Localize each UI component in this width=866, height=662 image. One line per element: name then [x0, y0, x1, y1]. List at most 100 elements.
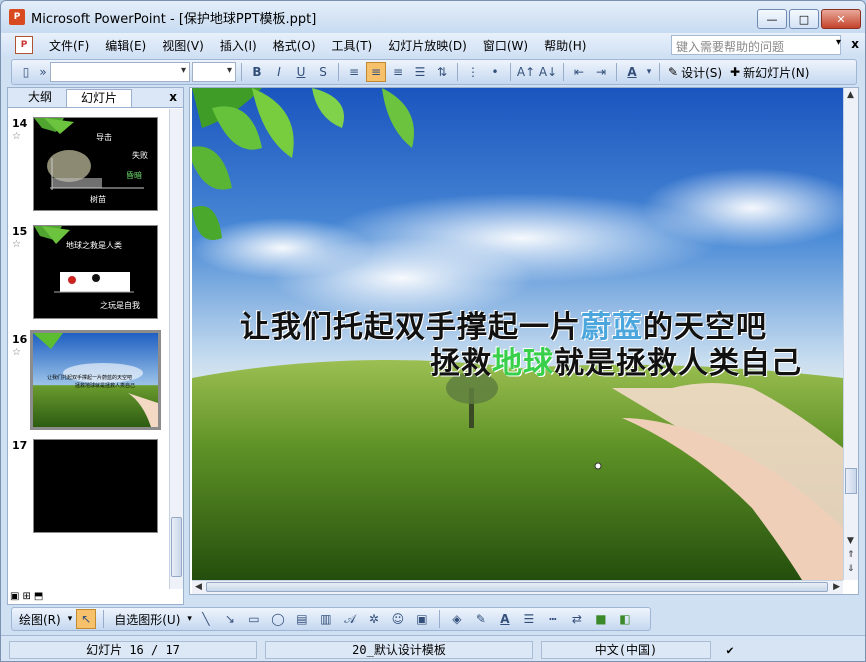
menu-tools[interactable]: 工具(T) [324, 37, 381, 54]
font-size-select[interactable] [192, 62, 236, 82]
design-button[interactable]: ✎ 设计(S) [665, 64, 725, 81]
bold-icon[interactable]: B [247, 62, 267, 82]
thumbnail-scrollbar[interactable] [169, 109, 183, 589]
close-button[interactable]: ✕ [821, 9, 861, 29]
help-dropdown-icon[interactable]: ▾ [836, 37, 841, 48]
dash-style-icon[interactable]: ┅ [543, 609, 563, 629]
align-right-icon[interactable]: ≡ [388, 62, 408, 82]
numbering-icon[interactable]: ⋮ [463, 62, 483, 82]
select-pointer-icon[interactable]: ↖ [76, 609, 97, 629]
line-color-icon[interactable]: ✎ [471, 609, 491, 629]
thumbnail-row[interactable]: 17 [8, 439, 170, 539]
help-search-input[interactable]: 键入需要帮助的问题 [671, 35, 841, 55]
animation-star-icon: ☆ [12, 131, 21, 142]
line-style-icon[interactable]: ☰ [519, 609, 539, 629]
arrow-icon[interactable]: ↘ [220, 609, 240, 629]
oval-icon[interactable]: ◯ [268, 609, 288, 629]
text-direction-icon[interactable]: ⇅ [432, 62, 452, 82]
font-color-icon[interactable]: A [495, 609, 515, 629]
wordart-icon[interactable]: 𝒜 [340, 609, 360, 629]
scroll-right-icon[interactable]: ▶ [833, 582, 840, 592]
scroll-up-icon[interactable]: ▲ [847, 90, 854, 100]
document-close-icon[interactable]: x [851, 37, 859, 51]
selection-handle[interactable] [594, 462, 602, 470]
thumbnail-row[interactable]: 14 ☆ 导击 失败 昏暗 树苗 [8, 117, 170, 217]
fill-color-icon[interactable]: ◈ [447, 609, 467, 629]
tab-slides[interactable]: 幻灯片 [66, 89, 133, 107]
menu-edit[interactable]: 编辑(E) [97, 37, 154, 54]
diagram-icon[interactable]: ✲ [364, 609, 384, 629]
autoshapes-menu-button[interactable]: 自选图形(U) [111, 611, 183, 628]
decrease-indent-icon[interactable]: ⇤ [569, 62, 589, 82]
toolbar-options-icon[interactable]: » [38, 62, 48, 82]
underline-icon[interactable]: U [291, 62, 311, 82]
current-slide[interactable]: 让我们托起双手撑起一片蔚蓝的天空吧 拯救地球就是拯救人类自己 [192, 88, 843, 580]
slide-vertical-scrollbar[interactable]: ▲ ▼ ⇑ ⇓ [843, 88, 858, 580]
powerpoint-app-icon[interactable]: P [9, 9, 25, 25]
thumb-text: 拯救地球就是拯救人类自己 [75, 382, 135, 389]
arrow-style-icon[interactable]: ⇄ [567, 609, 587, 629]
menu-window[interactable]: 窗口(W) [475, 37, 536, 54]
menu-file[interactable]: 文件(F) [41, 37, 97, 54]
autoshapes-dropdown-icon[interactable]: ▾ [187, 614, 192, 624]
thumbnail-row[interactable]: 15 ☆ 地球之救是人类 之玩是自我 [8, 225, 170, 325]
menu-format[interactable]: 格式(O) [265, 37, 324, 54]
line-icon[interactable]: ╲ [196, 609, 216, 629]
slide-thumbnail[interactable] [33, 439, 158, 533]
document-icon[interactable]: P [15, 36, 33, 54]
scroll-left-icon[interactable]: ◀ [195, 582, 202, 592]
maximize-button[interactable]: □ [789, 9, 819, 29]
slide-14-art: 导击 失败 昏暗 树苗 [34, 118, 157, 210]
shadow-icon[interactable]: S [313, 62, 333, 82]
draw-dropdown-icon[interactable]: ▾ [68, 614, 73, 624]
scroll-down-icon[interactable]: ▼ [847, 536, 854, 546]
font-name-select[interactable] [50, 62, 190, 82]
vertical-textbox-icon[interactable]: ▥ [316, 609, 336, 629]
menu-slideshow[interactable]: 幻灯片放映(D) [380, 37, 475, 54]
italic-icon[interactable]: I [269, 62, 289, 82]
menu-help[interactable]: 帮助(H) [536, 37, 594, 54]
minimize-button[interactable]: — [757, 9, 787, 29]
slide-sorter-view-icon[interactable]: ⊞ [22, 591, 30, 602]
rectangle-icon[interactable]: ▭ [244, 609, 264, 629]
draw-menu-button[interactable]: 绘图(R) [16, 611, 64, 628]
menu-view[interactable]: 视图(V) [154, 37, 212, 54]
shadow-style-icon[interactable]: ■ [591, 609, 611, 629]
new-document-icon[interactable]: ▯ [16, 62, 36, 82]
increase-indent-icon[interactable]: ⇥ [591, 62, 611, 82]
align-center-icon[interactable]: ≡ [366, 62, 386, 82]
bullets-icon[interactable]: • [485, 62, 505, 82]
thumbnail-row[interactable]: 16 ☆ 让我们托起双手撑起一片蔚蓝的天空吧 拯救地球就是拯救人类自己 [8, 330, 170, 433]
3d-style-icon[interactable]: ◧ [615, 609, 635, 629]
slide-position-status: 幻灯片 16 / 17 [9, 640, 257, 659]
pane-close-icon[interactable]: x [169, 90, 177, 104]
justify-icon[interactable]: ☰ [410, 62, 430, 82]
picture-icon[interactable]: ▣ [412, 609, 432, 629]
thumb-text: 导击 [96, 132, 112, 142]
clipart-icon[interactable]: ☺ [388, 609, 408, 629]
scrollbar-thumb[interactable] [206, 582, 828, 592]
slide-text-line-2[interactable]: 拯救地球就是拯救人类自己 [430, 338, 810, 382]
scrollbar-thumb[interactable] [845, 468, 857, 494]
increase-font-icon[interactable]: A↑ [516, 62, 536, 82]
menu-insert[interactable]: 插入(I) [212, 37, 265, 54]
slide-thumbnail[interactable]: 导击 失败 昏暗 树苗 [33, 117, 158, 211]
decrease-font-icon[interactable]: A↓ [538, 62, 558, 82]
previous-slide-icon[interactable]: ⇑ [847, 550, 855, 560]
textbox-icon[interactable]: ▤ [292, 609, 312, 629]
align-left-icon[interactable]: ≡ [344, 62, 364, 82]
menu-bar: P 文件(F) 编辑(E) 视图(V) 插入(I) 格式(O) 工具(T) 幻灯… [1, 33, 865, 57]
slide-horizontal-scrollbar[interactable]: ◀ ▶ [192, 580, 843, 594]
spelling-check-icon[interactable]: ✔ [719, 641, 741, 659]
title-bar: P Microsoft PowerPoint - [保护地球PPT模板.ppt]… [1, 1, 865, 33]
next-slide-icon[interactable]: ⇓ [847, 564, 855, 574]
scrollbar-thumb[interactable] [171, 517, 182, 577]
font-color-dropdown-icon[interactable]: ▾ [644, 62, 654, 82]
new-slide-button[interactable]: ✚ 新幻灯片(N) [727, 64, 812, 81]
slide-thumbnail-selected[interactable]: 让我们托起双手撑起一片蔚蓝的天空吧 拯救地球就是拯救人类自己 [30, 330, 161, 430]
normal-view-icon[interactable]: ▣ [10, 591, 19, 602]
tab-outline[interactable]: 大纲 [14, 89, 66, 107]
font-color-icon[interactable]: A [622, 62, 642, 82]
slideshow-view-icon[interactable]: ⬒ [34, 591, 43, 602]
slide-thumbnail[interactable]: 地球之救是人类 之玩是自我 [33, 225, 158, 319]
